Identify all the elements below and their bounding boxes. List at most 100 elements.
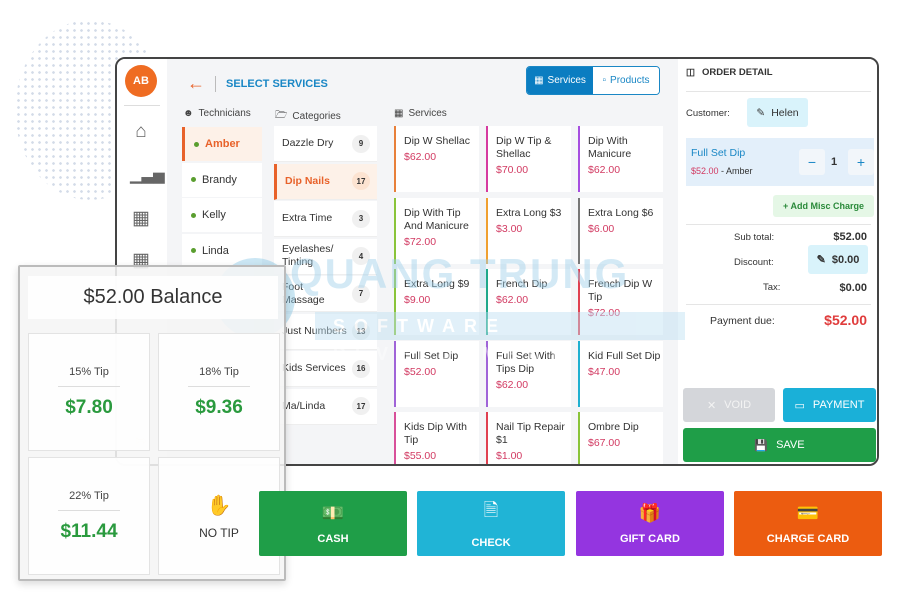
category-item[interactable]: Just Numbers 13 — [274, 313, 377, 350]
customer-button[interactable]: ✎ Helen — [747, 98, 808, 127]
grid-icon: ▦ — [394, 108, 404, 119]
gift-icon: 🎁 — [638, 502, 662, 523]
qty-value: 1 — [831, 156, 838, 168]
subtotal-value: $52.00 — [833, 231, 867, 243]
service-card[interactable]: Nail Tip Repair $1 $1.00 — [486, 412, 571, 464]
service-card[interactable]: Extra Long $9 $9.00 — [394, 269, 479, 335]
count-badge: 16 — [352, 359, 370, 378]
add-misc-charge-button[interactable]: + Add Misc Charge — [773, 195, 874, 217]
pay-check-button[interactable]: 🗎 CHECK — [417, 491, 565, 556]
card-icon: ▭ — [794, 399, 805, 412]
service-card[interactable]: Full Set With Tips Dip $62.00 — [486, 340, 571, 407]
count-badge: 4 — [352, 247, 370, 265]
technician-item[interactable]: Linda — [182, 233, 262, 268]
service-card[interactable]: Dip With Manicure $62.00 — [578, 126, 663, 192]
discount-button[interactable]: ✎ $0.00 — [808, 245, 868, 274]
category-item[interactable]: Foot Massage 7 — [274, 276, 377, 312]
people-icon: ☻ — [183, 108, 194, 119]
count-badge: 17 — [352, 397, 370, 415]
status-dot-icon — [191, 177, 196, 182]
service-card[interactable]: Extra Long $6 $6.00 — [578, 197, 663, 264]
service-card[interactable]: Kid Full Set Dip $47.00 — [578, 340, 663, 407]
avatar[interactable]: AB — [125, 65, 157, 97]
count-badge: 3 — [352, 209, 370, 228]
status-dot-icon — [191, 212, 196, 218]
count-badge: 7 — [352, 284, 370, 303]
page-title: SELECT SERVICES — [226, 77, 328, 90]
box-icon: ▫ — [602, 75, 607, 86]
service-card[interactable]: Dip W Tip & Shellac $70.00 — [486, 126, 571, 192]
services-products-toggle: ▦ Services ▫ Products — [526, 66, 660, 95]
status-dot-icon — [194, 141, 199, 147]
category-item[interactable]: Dazzle Dry 9 — [274, 126, 377, 162]
save-icon: 💾 — [754, 439, 769, 452]
tab-services[interactable]: ▦ Services — [527, 67, 593, 94]
payment-due-label: Payment due: — [710, 315, 775, 327]
check-icon: 🗎 — [483, 500, 499, 520]
count-badge: 9 — [352, 134, 370, 153]
categories-heading: 🗁 Categories — [275, 108, 341, 125]
customer-label: Customer: — [686, 108, 730, 119]
home-icon[interactable]: ⌂ — [130, 121, 152, 143]
calendar-icon[interactable]: ▦ — [130, 208, 152, 230]
service-card[interactable]: Ombre Dip $67.00 — [578, 412, 663, 464]
pay-charge-card-button[interactable]: 💳 CHARGE CARD — [734, 491, 882, 556]
pay-cash-button[interactable]: 💵 CASH — [259, 491, 407, 556]
tab-products[interactable]: ▫ Products — [593, 67, 659, 94]
item-price: $52.00 — [691, 166, 719, 176]
service-card[interactable]: Dip With Tip And Manicure $72.00 — [394, 197, 479, 264]
item-name: Full Set Dip — [691, 147, 746, 159]
category-item[interactable]: Extra Time 3 — [274, 201, 377, 237]
balance-title: $52.00 Balance — [28, 276, 278, 319]
basket-icon: ◫ — [686, 67, 695, 78]
category-item[interactable]: Kids Services 16 — [274, 351, 377, 387]
back-arrow-icon[interactable]: ← — [187, 73, 205, 94]
discount-label: Discount: — [734, 257, 774, 268]
close-icon: ✕ — [706, 399, 717, 412]
save-button[interactable]: 💾 SAVE — [683, 428, 876, 462]
tip-balance-panel: $52.00 Balance 15% Tip $7.80 18% Tip $9.36… — [18, 265, 286, 581]
decrease-qty-button[interactable]: − — [799, 149, 825, 175]
order-item[interactable]: Full Set Dip $52.00 - Amber − 1 + — [686, 138, 874, 186]
technician-item[interactable]: Brandy — [182, 162, 262, 197]
header: ← SELECT SERVICES — [187, 73, 328, 94]
tax-label: Tax: — [763, 282, 781, 293]
void-button[interactable]: ✕ VOID — [683, 388, 775, 422]
increase-qty-button[interactable]: + — [848, 149, 874, 175]
count-badge: 17 — [352, 172, 370, 190]
service-card[interactable]: Kids Dip With Tip $55.00 — [394, 412, 479, 464]
pay-gift-card-button[interactable]: 🎁 GIFT CARD — [576, 491, 724, 556]
cash-icon: 💵 — [321, 502, 345, 523]
tip-option-15[interactable]: 15% Tip $7.80 — [28, 333, 150, 451]
edit-icon: ✎ — [756, 106, 766, 119]
tip-option-22[interactable]: 22% Tip $11.44 — [28, 457, 150, 575]
item-tech: - Amber — [718, 166, 753, 176]
technicians-heading: ☻ Technicians — [183, 108, 251, 119]
tax-value: $0.00 — [839, 282, 867, 294]
order-detail-panel: ◫ ORDER DETAIL Customer: ✎ Helen Full Set … — [678, 59, 877, 464]
services-heading: ▦ Services — [394, 108, 447, 119]
card-icon: 💳 — [796, 502, 820, 523]
grid-icon: ▦ — [534, 75, 544, 86]
service-card[interactable]: Full Set Dip $52.00 — [394, 340, 479, 407]
subtotal-label: Sub total: — [734, 232, 775, 243]
category-item[interactable]: Ma/Linda 17 — [274, 388, 377, 425]
count-badge: 13 — [352, 322, 370, 340]
folder-icon: 🗁 — [275, 110, 288, 121]
tip-option-18[interactable]: 18% Tip $9.36 — [158, 333, 280, 451]
payment-button[interactable]: ▭ PAYMENT — [783, 388, 876, 422]
chart-icon[interactable]: ▁▃▅ — [130, 165, 165, 187]
service-card[interactable]: Dip W Shellac $62.00 — [394, 126, 479, 192]
service-card[interactable]: French Dip $62.00 — [486, 269, 571, 335]
technician-item[interactable]: Kelly — [182, 198, 262, 232]
service-card[interactable]: French Dip W Tip $72.00 — [578, 269, 663, 335]
status-dot-icon — [191, 248, 196, 253]
order-title: ORDER DETAIL — [701, 67, 773, 78]
service-card[interactable]: Extra Long $3 $3.00 — [486, 197, 571, 264]
category-item[interactable]: Dip Nails 17 — [274, 163, 377, 200]
payment-due-value: $52.00 — [824, 312, 867, 328]
hand-icon: ✋ — [206, 494, 232, 517]
technician-item[interactable]: Amber — [182, 127, 262, 161]
edit-icon: ✎ — [816, 254, 826, 266]
category-item[interactable]: Eyelashes/ Tinting 4 — [274, 238, 377, 275]
